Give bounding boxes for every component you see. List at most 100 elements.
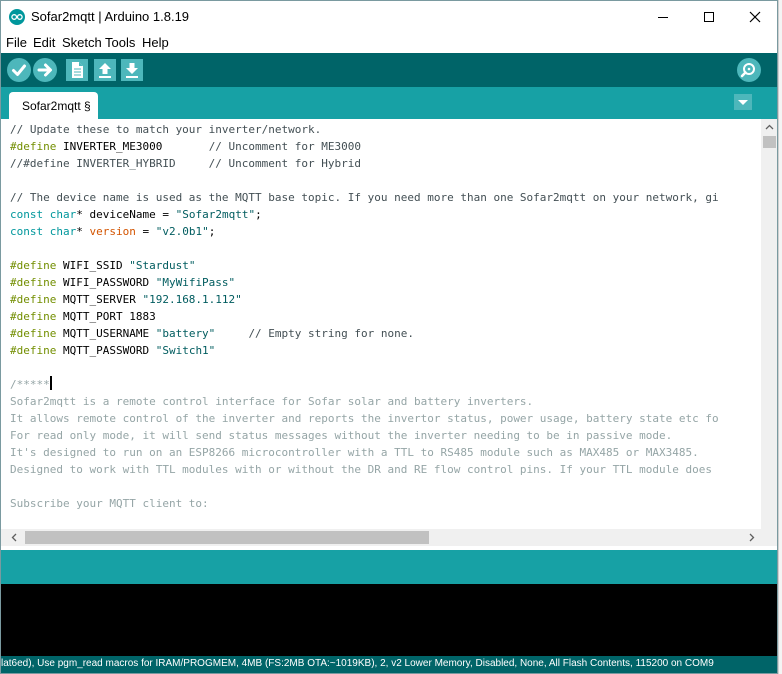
code-token: MQTT_PASSWORD [56,344,156,357]
code-token: // Empty string for none. [248,327,415,340]
code-line: // Update these to match your inverter/n… [10,123,321,136]
tab-sofar2mqtt[interactable]: Sofar2mqtt § [9,92,98,119]
open-button[interactable] [94,59,116,81]
console-output[interactable] [1,584,777,656]
code-line: #define INVERTER_ME3000 // Uncomment for… [10,140,361,153]
arduino-ide-window: Sofar2mqtt | Arduino 1.8.19 File Edit Sk… [0,0,778,674]
code-line: Sofar2mqtt is a remote control interface… [10,395,533,408]
code-token: #define [10,259,57,272]
code-token: ; [255,208,262,221]
code-token: ; [208,225,216,238]
tab-bar: Sofar2mqtt § [1,87,777,119]
code-editor[interactable]: // Update these to match your inverter/n… [1,119,761,529]
code-line: #define WIFI_SSID "Stardust" [10,259,195,272]
upload-button[interactable] [33,58,57,82]
code-line: const char* deviceName = "Sofar2mqtt"; [10,208,262,221]
code-line: /***** [10,376,52,391]
code-line: #define MQTT_USERNAME "battery" // Empty… [10,327,414,340]
code-token: // Update these to match your inverter/n… [10,123,322,136]
code-token: = [135,225,156,238]
code-line: #define MQTT_PASSWORD "Switch1" [10,344,215,357]
code-line: #define MQTT_SERVER "192.168.1.112" [10,293,242,306]
arduino-logo-icon [9,9,25,25]
code-token: version [89,225,136,238]
message-area [1,550,777,584]
verify-button[interactable] [7,58,31,82]
code-token: "Sofar2mqtt" [175,208,256,221]
close-button[interactable] [732,1,777,33]
code-token: "battery" [155,327,216,340]
code-line: It's designed to run on an ESP8266 micro… [10,446,699,459]
code-token: Sofar2mqtt is a remote control interface… [10,395,534,408]
menu-tools[interactable]: Tools [105,35,135,50]
code-token: INVERTER_ME3000 [56,140,209,153]
code-token: // Uncomment for ME3000 [208,140,362,153]
code-line: // The device name is used as the MQTT b… [10,191,719,204]
code-line: Subscribe your MQTT client to: [10,497,209,510]
code-token: "MyWifiPass" [155,276,236,289]
background-window-edge [778,0,782,674]
menu-sketch[interactable]: Sketch [62,35,102,50]
code-token: * deviceName = [76,208,176,221]
code-token: "Switch1" [155,344,216,357]
code-token: char [49,225,77,238]
code-token: #define [10,276,57,289]
code-line: //#define INVERTER_HYBRID // Uncomment f… [10,157,361,170]
tab-label: Sofar2mqtt § [22,99,91,113]
code-token: It allows remote control of the inverter… [10,412,719,425]
tab-menu-button[interactable] [734,94,752,110]
code-token: const [10,208,44,221]
menu-bar: File Edit Sketch Tools Help [1,33,777,53]
code-token: #define [10,327,57,340]
vertical-scrollbar[interactable] [761,119,777,529]
serial-monitor-icon [740,63,755,78]
chevron-down-icon [738,100,748,105]
code-line: For read only mode, it will send status … [10,429,672,442]
code-token: // The device name is used as the MQTT b… [10,191,719,204]
code-token: "192.168.1.112" [142,293,242,306]
scroll-up-icon[interactable] [765,124,774,130]
code-token: "Stardust" [129,259,196,272]
code-token: It's designed to run on an ESP8266 micro… [10,446,699,459]
menu-help[interactable]: Help [142,35,169,50]
open-icon [99,63,111,78]
code-token: * [76,225,90,238]
code-token: Designed to work with TTL modules with o… [10,463,719,476]
toolbar [1,53,777,87]
minimize-button[interactable] [640,1,686,33]
code-token: MQTT_SERVER [56,293,143,306]
code-token: #define [10,140,57,153]
menu-file[interactable]: File [6,35,27,50]
code-token: MQTT_PORT 1883 [56,310,156,323]
new-icon [72,62,83,78]
save-button[interactable] [121,59,143,81]
board-config-text: lat6ed), Use pgm_read macros for IRAM/PR… [1,658,714,669]
code-token: /***** [10,378,50,391]
code-token: "v2.0b1" [155,225,209,238]
text-cursor [49,376,52,390]
verify-icon [12,64,26,76]
code-token: WIFI_PASSWORD [56,276,156,289]
horizontal-scrollbar[interactable] [1,529,761,546]
window-title: Sofar2mqtt | Arduino 1.8.19 [31,9,190,24]
maximize-button[interactable] [686,1,732,33]
horizontal-scroll-thumb[interactable] [25,531,429,544]
scroll-left-icon[interactable] [11,533,17,542]
code-line: const char* version = "v2.0b1"; [10,225,215,238]
code-token: char [49,208,77,221]
vertical-scroll-thumb[interactable] [763,136,776,148]
code-token: const [10,225,44,238]
serial-monitor-button[interactable] [737,58,761,82]
code-token: //#define INVERTER_HYBRID // Uncomment f… [10,157,361,170]
new-button[interactable] [66,59,88,81]
code-token: WIFI_SSID [56,259,130,272]
code-token: MQTT_USERNAME [56,327,156,340]
scroll-right-icon[interactable] [749,533,755,542]
upload-icon [37,63,52,77]
menu-edit[interactable]: Edit [33,35,55,50]
code-line: Designed to work with TTL modules with o… [10,463,719,476]
code-line: #define WIFI_PASSWORD "MyWifiPass" [10,276,235,289]
